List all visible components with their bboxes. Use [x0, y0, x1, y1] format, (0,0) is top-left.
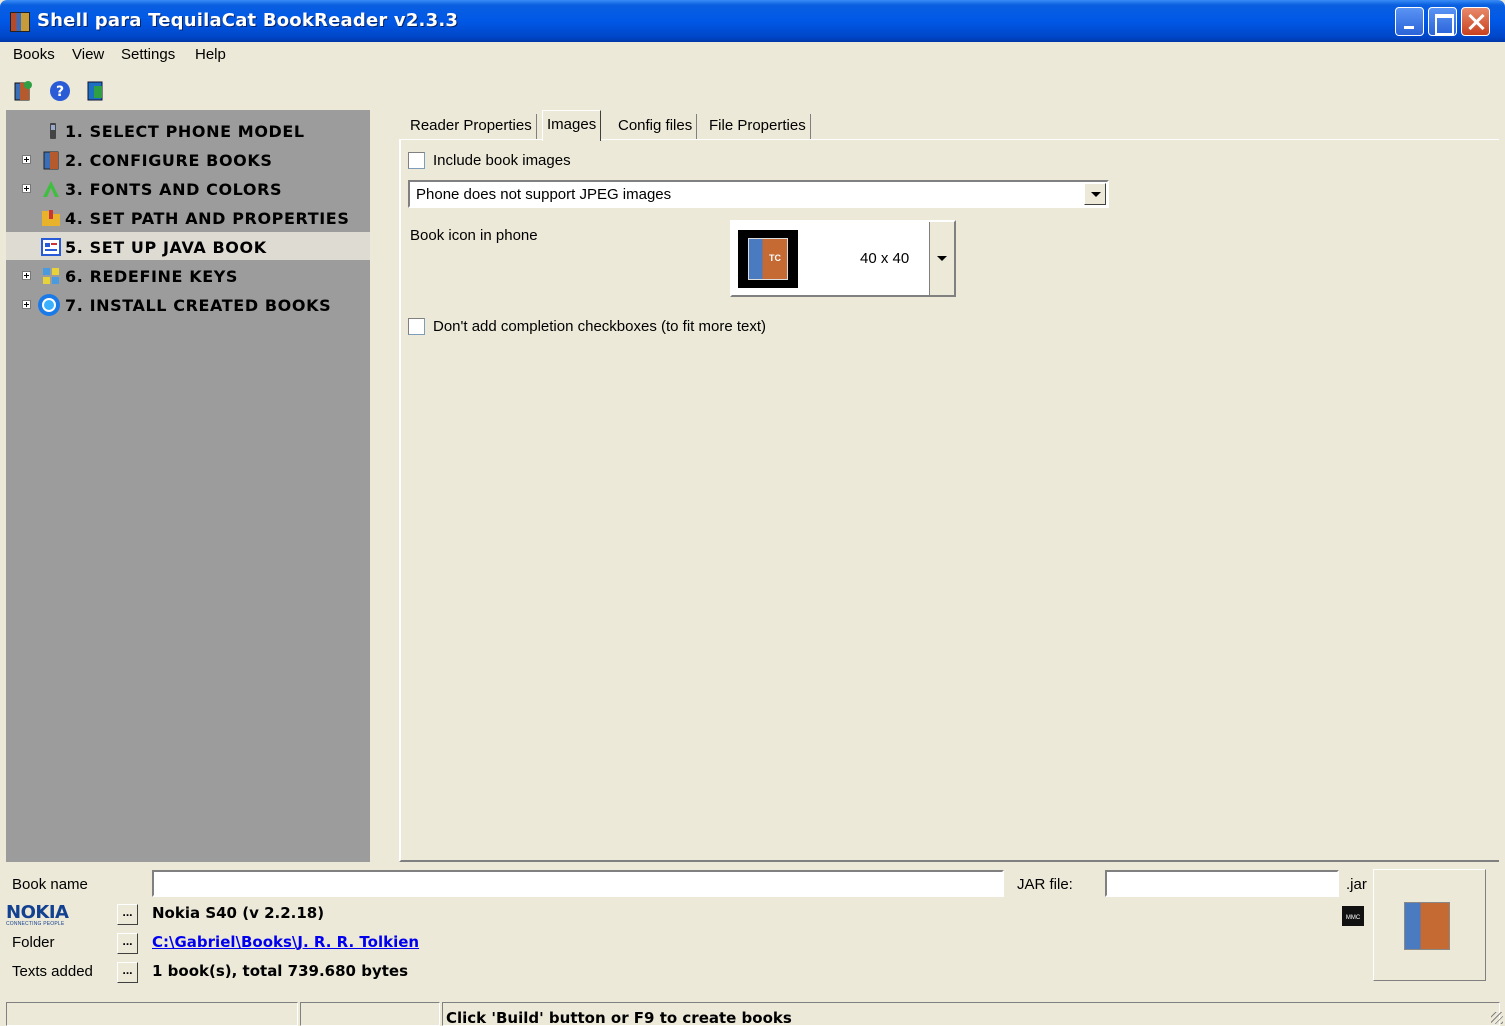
nokia-tagline: CONNECTING PEOPLE — [6, 921, 65, 927]
tree-item-label: 2. CONFIGURE BOOKS — [65, 151, 273, 170]
folder-path-link[interactable]: C:\Gabriel\Books\J. R. R. Tolkien — [152, 933, 419, 951]
globe-icon — [37, 293, 61, 317]
nokia-logo: NOKIA — [6, 902, 69, 923]
include-images-checkbox[interactable] — [408, 152, 425, 169]
tree-item-redefine-keys[interactable]: 6. REDEFINE KEYS — [6, 261, 370, 289]
tab-strip: Reader Properties Images Config files Fi… — [400, 110, 1500, 141]
status-pane-2 — [300, 1002, 440, 1026]
help-icon[interactable]: ? — [49, 80, 71, 102]
jar-file-input[interactable] — [1105, 870, 1339, 897]
maximize-button[interactable] — [1428, 7, 1457, 36]
app-icon[interactable] — [10, 12, 30, 32]
status-pane-1 — [6, 1002, 298, 1026]
tab-reader-properties[interactable]: Reader Properties — [406, 114, 537, 140]
tree-item-select-phone[interactable]: 1. SELECT PHONE MODEL — [6, 116, 370, 144]
folder-browse-button[interactable]: ... — [117, 933, 138, 954]
tree-item-label: 4. SET PATH AND PROPERTIES — [65, 209, 350, 228]
book-preview-icon — [738, 230, 798, 288]
phone-icon — [43, 121, 63, 141]
menu-bar: Books View Settings Help — [0, 42, 1505, 68]
book-name-input[interactable] — [152, 870, 1004, 897]
status-message: Click 'Build' button or F9 to create boo… — [446, 1009, 792, 1026]
tree-item-label: 3. FONTS AND COLORS — [65, 180, 283, 199]
no-checkboxes-checkbox[interactable] — [408, 318, 425, 335]
include-images-label: Include book images — [433, 152, 571, 169]
menu-help[interactable]: Help — [195, 46, 226, 63]
tree-item-label: 6. REDEFINE KEYS — [65, 267, 239, 286]
splitter[interactable] — [370, 110, 398, 862]
close-button[interactable] — [1461, 7, 1490, 36]
phone-model-value: Nokia S40 (v 2.2.18) — [152, 904, 325, 922]
tree-item-install-books[interactable]: 7. INSTALL CREATED BOOKS — [6, 290, 370, 318]
expand-icon[interactable] — [22, 300, 31, 309]
jpeg-support-select[interactable]: Phone does not support JPEG images — [408, 180, 1109, 208]
book-icon-label: Book icon in phone — [410, 227, 538, 244]
book-name-label: Book name — [12, 876, 88, 893]
tree-item-label: 7. INSTALL CREATED BOOKS — [65, 296, 332, 315]
jpeg-support-value: Phone does not support JPEG images — [416, 186, 672, 203]
menu-view[interactable]: View — [72, 46, 104, 63]
font-icon — [41, 179, 61, 199]
jar-extension: .jar — [1346, 876, 1367, 893]
tree-item-configure-books[interactable]: 2. CONFIGURE BOOKS — [6, 145, 370, 173]
toolbar: ? — [0, 72, 1505, 108]
expand-icon[interactable] — [22, 271, 31, 280]
expand-icon[interactable] — [22, 155, 31, 164]
folder-icon — [41, 208, 61, 228]
book-icon-select[interactable]: 40 x 40 — [730, 220, 956, 297]
tab-images[interactable]: Images — [542, 110, 602, 141]
no-checkboxes-label: Don't add completion checkboxes (to fit … — [433, 318, 767, 335]
window-title: Shell para TequilaCat BookReader v2.3.3 — [37, 10, 459, 31]
svg-text:?: ? — [56, 84, 64, 100]
build-button[interactable] — [1373, 869, 1486, 981]
build-book-icon — [1404, 902, 1450, 950]
tree-item-label: 5. SET UP JAVA BOOK — [65, 238, 267, 257]
resize-grip[interactable] — [1491, 1012, 1503, 1024]
chevron-down-icon[interactable] — [929, 222, 954, 295]
phone-browse-button[interactable]: ... — [117, 904, 138, 925]
tree-item-set-path[interactable]: 4. SET PATH AND PROPERTIES — [6, 203, 370, 231]
new-book-icon[interactable] — [12, 80, 34, 102]
expand-icon[interactable] — [22, 184, 31, 193]
tree-item-fonts-colors[interactable]: 3. FONTS AND COLORS — [6, 174, 370, 202]
texts-added-label: Texts added — [12, 963, 93, 980]
title-bar[interactable]: Shell para TequilaCat BookReader v2.3.3 — [0, 0, 1505, 42]
keys-icon — [41, 266, 61, 286]
java-icon — [41, 237, 61, 257]
icon-size-value: 40 x 40 — [860, 250, 910, 267]
tab-file-properties[interactable]: File Properties — [705, 114, 811, 140]
tab-config-files[interactable]: Config files — [614, 114, 698, 140]
book-icon — [41, 150, 61, 170]
texts-added-value: 1 book(s), total 739.680 bytes — [152, 962, 409, 980]
memory-card-icon[interactable]: MMC — [1342, 906, 1364, 926]
tree-item-label: 1. SELECT PHONE MODEL — [65, 122, 305, 141]
chevron-down-icon[interactable] — [1084, 183, 1106, 205]
minimize-button[interactable] — [1395, 7, 1424, 36]
menu-books[interactable]: Books — [13, 46, 55, 63]
jar-file-label: JAR file: — [1017, 876, 1073, 893]
menu-settings[interactable]: Settings — [121, 46, 175, 63]
folder-label: Folder — [12, 934, 55, 951]
tree-item-java-book[interactable]: 5. SET UP JAVA BOOK — [6, 232, 370, 260]
exit-icon[interactable] — [84, 80, 106, 102]
texts-browse-button[interactable]: ... — [117, 962, 138, 983]
steps-tree[interactable]: 1. SELECT PHONE MODEL 2. CONFIGURE BOOKS… — [6, 110, 370, 862]
